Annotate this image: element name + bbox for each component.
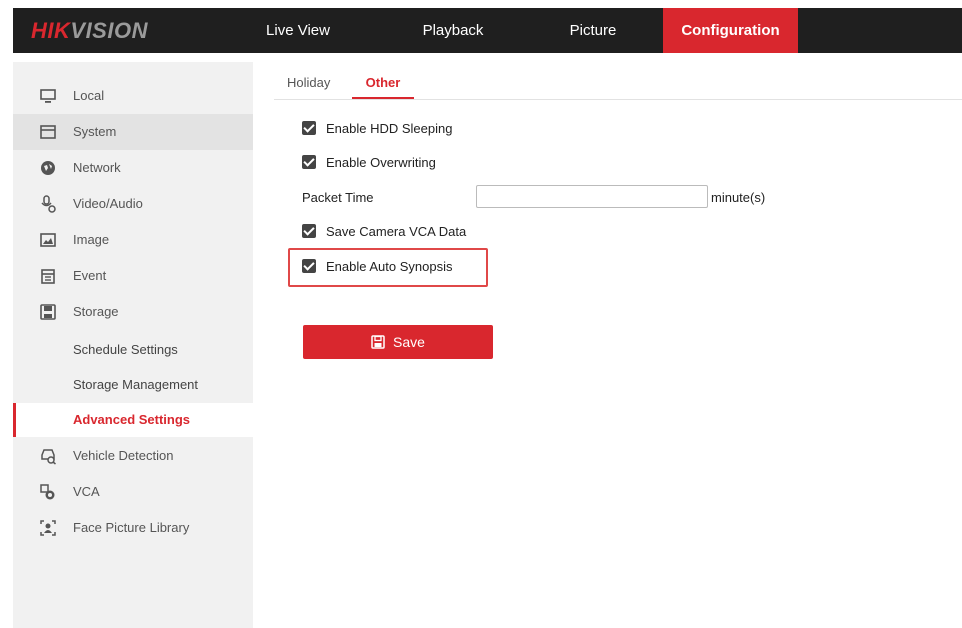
image-icon [40,233,56,247]
nav-live-view[interactable]: Live View [258,8,338,53]
packet-time-label: Packet Time [302,190,374,205]
packet-time-input[interactable] [476,185,708,208]
sidebar-subitem-label: Storage Management [73,377,199,392]
enable-hdd-sleeping-label: Enable HDD Sleeping [326,120,453,136]
sidebar-item-system[interactable]: System [13,114,253,150]
sidebar-item-label: VCA [73,484,100,499]
save-camera-vca-checkbox[interactable] [302,224,316,238]
sidebar-item-image[interactable]: Image [13,222,253,258]
system-icon [40,125,56,139]
top-bar: HIKVISION Live View Playback Picture Con… [0,0,962,62]
face-library-icon [40,520,56,536]
sidebar-item-label: System [73,124,117,139]
floppy-disk-icon [371,335,385,349]
sidebar-item-label: Local [73,88,105,103]
tab-holiday[interactable]: Holiday [287,72,330,99]
sidebar-item-label: Video/Audio [73,196,143,211]
sidebar-item-local[interactable]: Local [13,78,253,114]
enable-hdd-sleeping-row: Enable HDD Sleeping [302,118,452,138]
storage-icon [40,304,56,320]
sidebar: Local System Network Video/Audio Image E… [13,62,253,628]
enable-overwriting-checkbox[interactable] [302,155,316,169]
sidebar-item-face-picture-library[interactable]: Face Picture Library [13,510,253,546]
sidebar-subitem-label: Advanced Settings [73,412,191,427]
monitor-icon [40,89,56,103]
enable-auto-synopsis-checkbox[interactable] [302,259,316,273]
video-audio-icon [41,195,56,213]
enable-overwriting-row: Enable Overwriting [302,152,436,172]
packet-time-unit: minute(s) [711,190,766,205]
save-button-label: Save [393,334,425,350]
sidebar-item-label: Image [73,232,110,247]
top-nav: HIKVISION Live View Playback Picture Con… [13,8,962,53]
sidebar-item-video-audio[interactable]: Video/Audio [13,186,253,222]
sidebar-item-event[interactable]: Event [13,258,253,294]
save-button[interactable]: Save [303,325,493,359]
nav-configuration[interactable]: Configuration [663,8,798,53]
sidebar-subitem-label: Schedule Settings [73,342,178,357]
sidebar-item-label: Storage [73,304,119,319]
sidebar-subitem-schedule-settings[interactable]: Schedule Settings [13,333,253,367]
enable-overwriting-label: Enable Overwriting [326,154,436,170]
vca-icon [40,484,55,500]
sidebar-subitem-storage-management[interactable]: Storage Management [13,368,253,402]
globe-icon [41,161,55,175]
sidebar-item-vca[interactable]: VCA [13,474,253,510]
enable-hdd-sleeping-checkbox[interactable] [302,121,316,135]
save-camera-vca-label: Save Camera VCA Data [326,223,467,239]
tab-other[interactable]: Other [352,72,414,99]
enable-auto-synopsis-row: Enable Auto Synopsis [302,256,452,276]
sidebar-item-label: Event [73,268,107,283]
enable-auto-synopsis-label: Enable Auto Synopsis [326,258,453,274]
sidebar-item-label: Network [73,160,121,175]
save-camera-vca-row: Save Camera VCA Data [302,221,466,241]
nav-picture[interactable]: Picture [553,8,633,53]
sidebar-item-storage[interactable]: Storage [13,294,253,330]
sidebar-item-network[interactable]: Network [13,150,253,186]
sidebar-item-vehicle-detection[interactable]: Vehicle Detection [13,438,253,474]
sidebar-item-label: Vehicle Detection [73,448,174,463]
sidebar-item-label: Face Picture Library [73,520,190,535]
hikvision-logo: HIKVISION [31,18,148,43]
vehicle-icon [41,449,56,465]
nav-playback[interactable]: Playback [408,8,498,53]
calendar-icon [41,269,55,284]
tab-bar: Holiday Other [274,68,962,100]
sidebar-subitem-advanced-settings[interactable]: Advanced Settings [13,403,253,437]
